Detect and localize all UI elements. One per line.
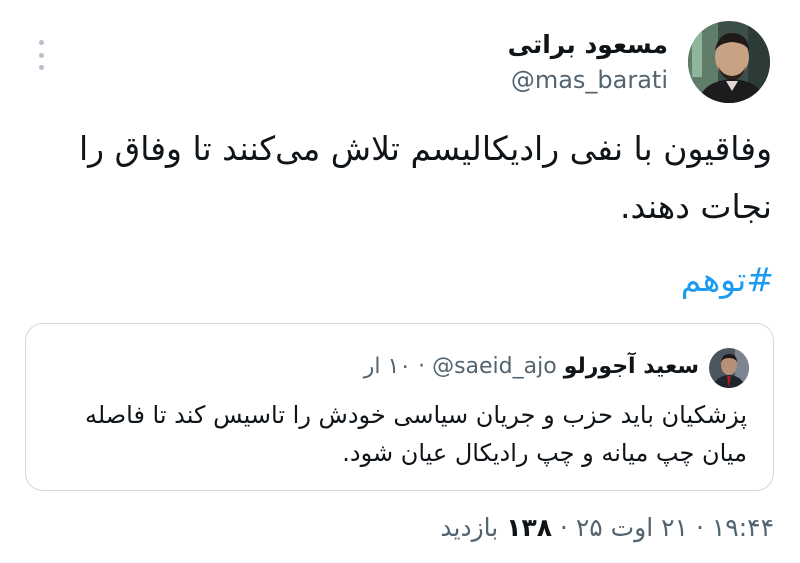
more-dot <box>38 40 44 45</box>
author-avatar[interactable] <box>688 21 770 103</box>
person-avatar-icon <box>688 21 770 103</box>
author-handle[interactable]: @mas_barati <box>508 62 668 98</box>
views-count: ۱۳۸ <box>506 513 552 542</box>
quote-header: سعید آجورلو @saeid_ajo · ۱۰ ار <box>364 350 699 384</box>
tweet-text: وفاقیون با نفی رادیکالیسم تلاش می‌کنند ت… <box>79 129 772 226</box>
meta-separator: · <box>695 513 704 542</box>
quote-text: پزشکیان باید حزب و جریان سیاسی خودش را ت… <box>84 401 747 467</box>
quote-author-handle: @saeid_ajo <box>432 354 557 379</box>
quoted-tweet[interactable]: سعید آجورلو @saeid_ajo · ۱۰ ار پزشکیان ب… <box>25 323 774 491</box>
more-dot <box>38 65 44 70</box>
more-vertical-icon[interactable] <box>31 40 51 70</box>
author-name[interactable]: مسعود براتی <box>508 28 668 62</box>
hashtag-link[interactable]: #توهم <box>681 258 774 302</box>
tweet-time[interactable]: ۱۹:۴۴ <box>712 513 774 542</box>
more-dot <box>38 52 44 58</box>
tweet-date[interactable]: ۲۱ اوت ۲۵ <box>576 513 688 542</box>
views-label: بازدید <box>440 513 499 542</box>
quote-time: ۱۰ ار <box>363 354 412 379</box>
quote-separator: · <box>418 354 426 379</box>
meta-separator: · <box>559 513 568 542</box>
tweet-meta: ۱۹:۴۴ · ۲۱ اوت ۲۵ · ۱۳۸ بازدید <box>440 508 774 548</box>
quote-author-avatar <box>709 348 749 388</box>
quote-author-name: سعید آجورلو <box>563 354 699 379</box>
tweet-screenshot: مسعود براتی @mas_barati وفاقیون با نفی ر… <box>0 0 800 563</box>
tweet-author[interactable]: مسعود براتی @mas_barati <box>508 28 668 98</box>
person-avatar-icon <box>709 348 749 388</box>
